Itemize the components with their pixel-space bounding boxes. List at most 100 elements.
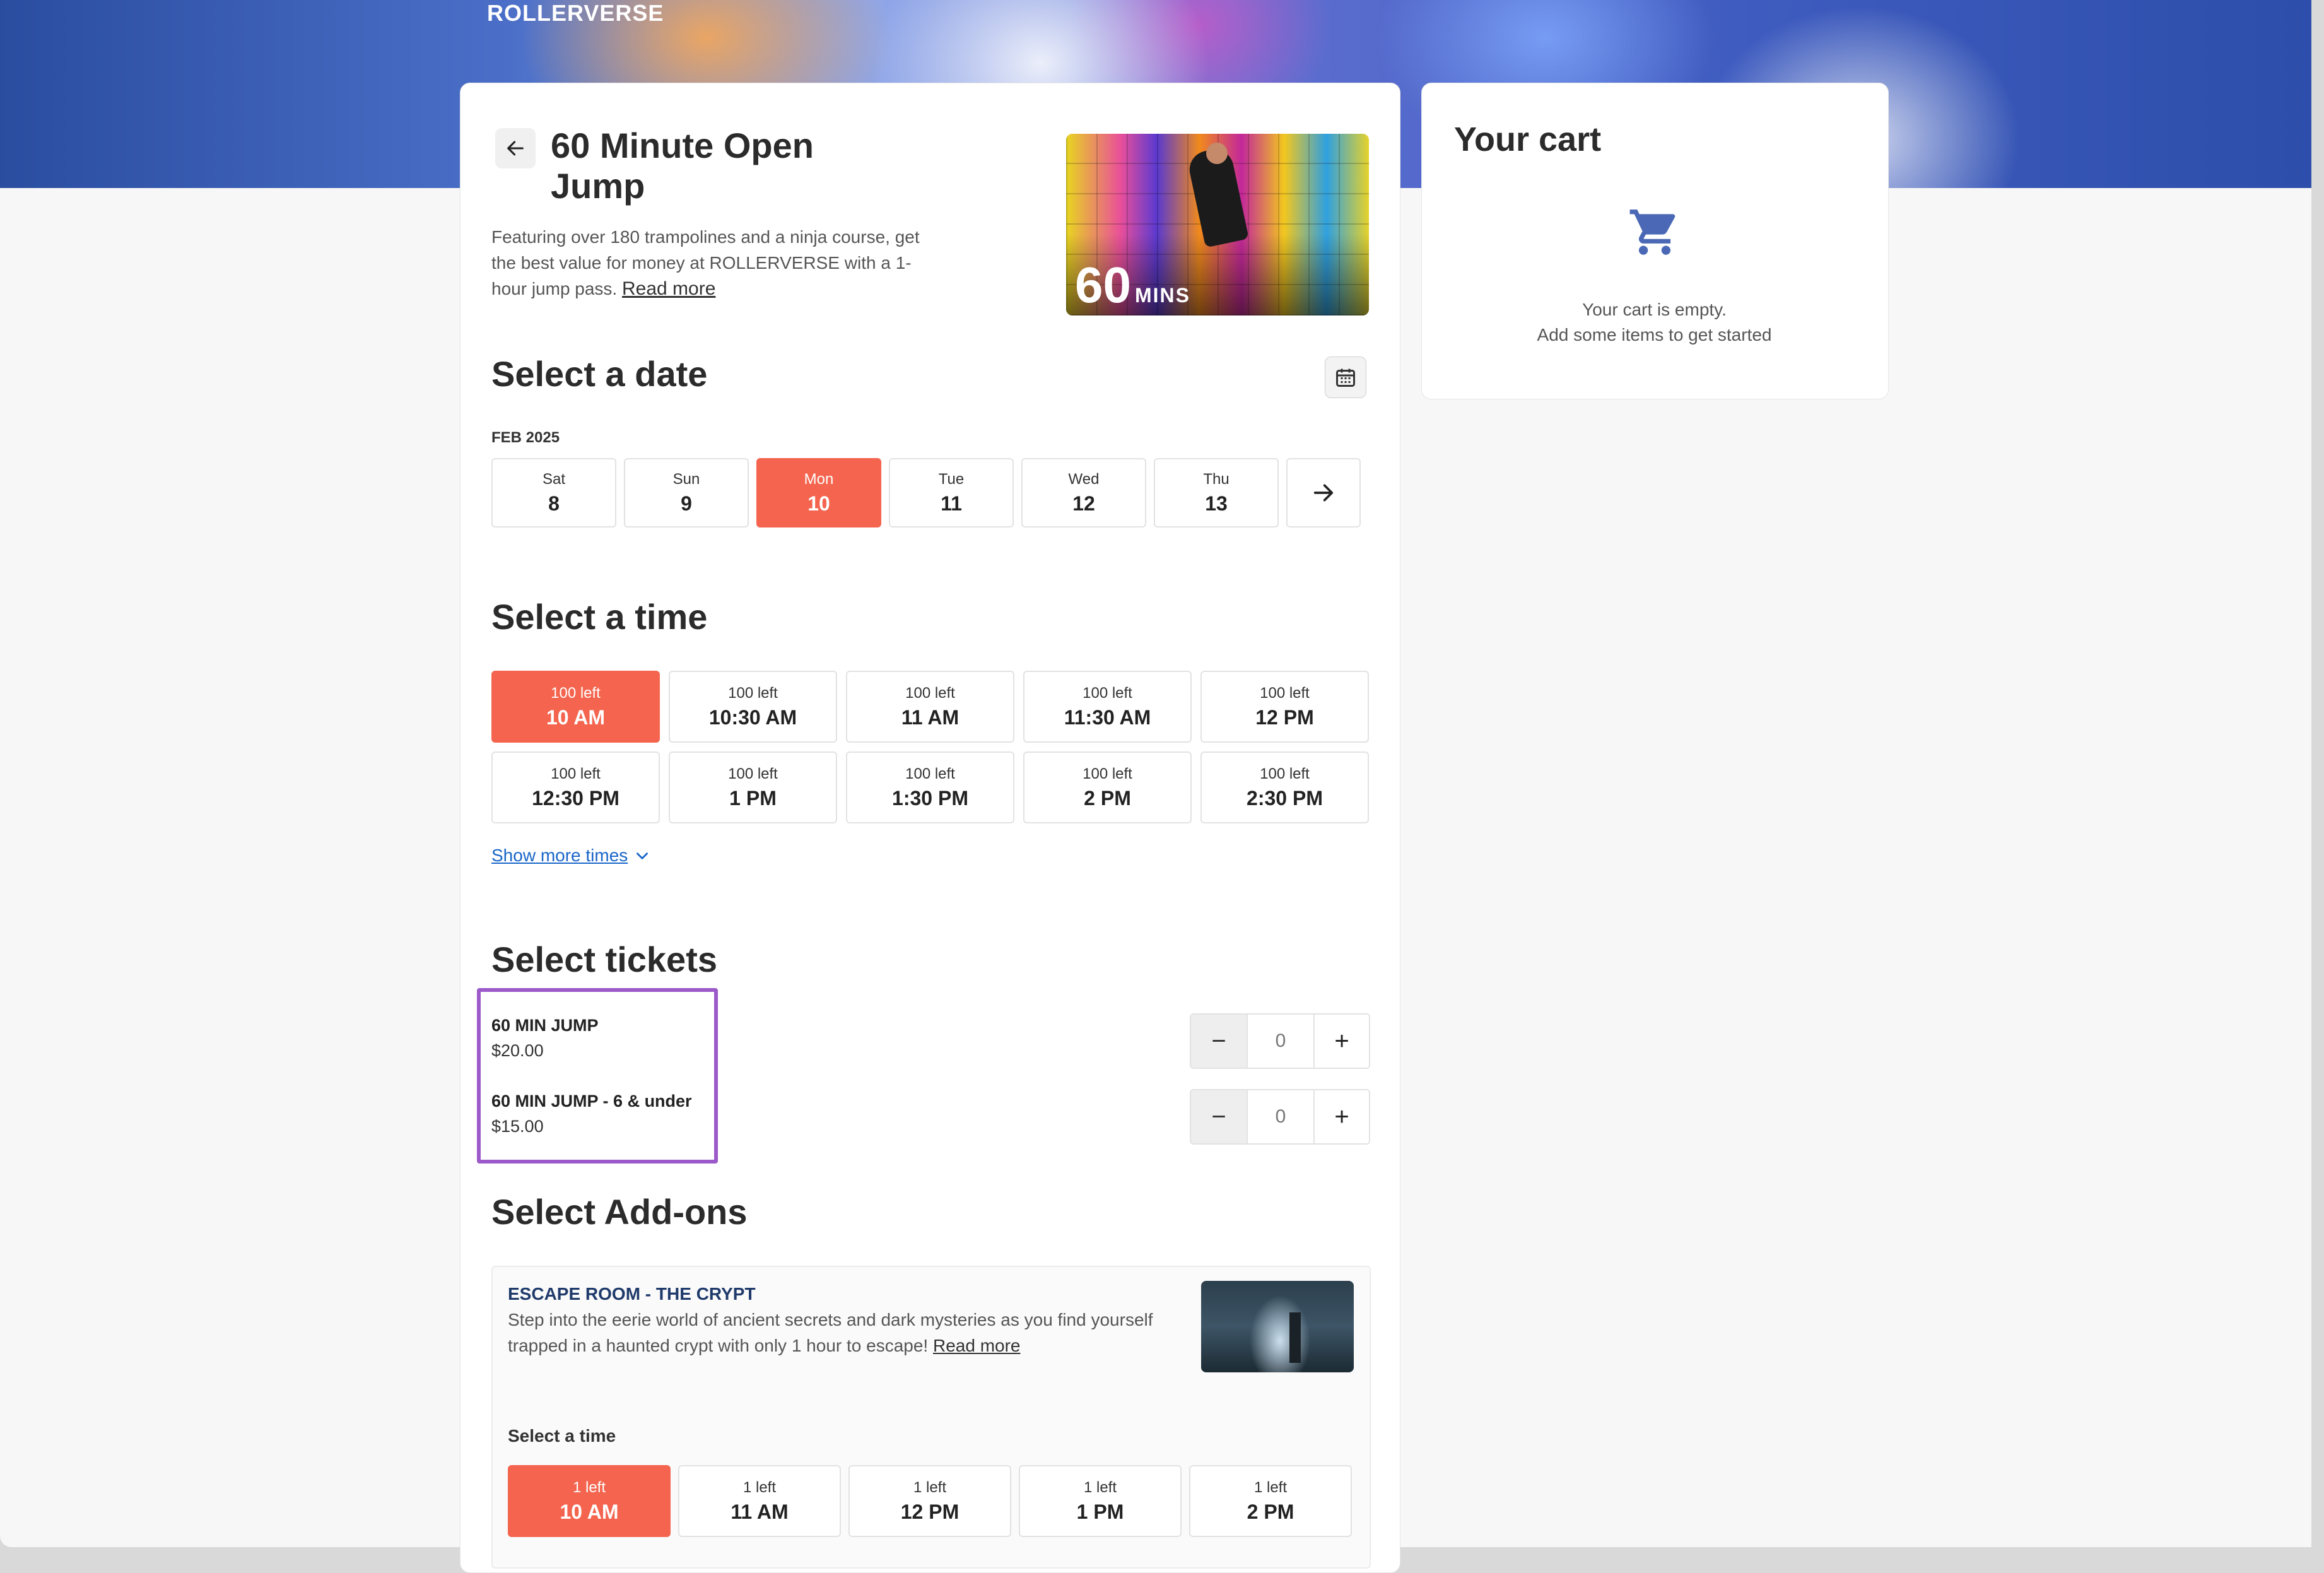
time-option[interactable]: 100 left 11 AM — [846, 671, 1014, 743]
select-tickets-heading: Select tickets — [491, 940, 717, 979]
time-value: 10 AM — [546, 705, 606, 729]
time-availability: 100 left — [551, 765, 601, 782]
time-value: 2 PM — [1084, 786, 1131, 810]
select-addons-heading: Select Add-ons — [491, 1192, 748, 1232]
date-option[interactable]: Sun 9 — [624, 458, 749, 527]
date-day: 11 — [941, 492, 962, 515]
quantity-value[interactable]: 0 — [1247, 1090, 1315, 1143]
time-availability: 100 left — [1260, 684, 1310, 702]
time-value: 11 AM — [901, 705, 960, 729]
time-option-selected[interactable]: 100 left 10 AM — [491, 671, 660, 743]
time-option[interactable]: 100 left 10:30 AM — [669, 671, 837, 743]
time-availability: 1 left — [1083, 1478, 1117, 1496]
time-option[interactable]: 100 left 1:30 PM — [846, 751, 1014, 823]
ticket-highlight-box — [477, 988, 718, 1164]
date-weekday: Sat — [542, 470, 566, 488]
time-option[interactable]: 100 left 2:30 PM — [1200, 751, 1369, 823]
date-option[interactable]: Thu 13 — [1154, 458, 1279, 527]
time-availability: 1 left — [1253, 1478, 1288, 1496]
time-picker: 100 left 10 AM 100 left 10:30 AM 100 left 1… — [491, 671, 1371, 823]
date-option[interactable]: Sat 8 — [491, 458, 616, 527]
increase-quantity-button[interactable]: + — [1315, 1090, 1369, 1143]
time-value: 2:30 PM — [1247, 786, 1323, 810]
decrease-quantity-button[interactable]: − — [1191, 1015, 1247, 1068]
chevron-down-icon — [637, 852, 648, 859]
date-day: 13 — [1205, 492, 1228, 515]
addon-select-time-label: Select a time — [508, 1426, 616, 1446]
time-availability: 1 left — [572, 1478, 606, 1496]
product-image: 60 MINS — [1066, 134, 1369, 315]
cart-empty-hint: Add some items to get started — [1537, 325, 1772, 345]
quantity-stepper: − 0 + — [1190, 1089, 1370, 1145]
date-weekday: Tue — [938, 470, 965, 488]
time-availability: 100 left — [728, 684, 778, 702]
time-value: 10:30 AM — [708, 705, 797, 729]
date-option[interactable]: Tue 11 — [889, 458, 1014, 527]
time-option[interactable]: 100 left 2 PM — [1023, 751, 1192, 823]
select-time-heading: Select a time — [491, 597, 708, 637]
increase-quantity-button[interactable]: + — [1315, 1015, 1369, 1068]
date-weekday: Mon — [804, 470, 834, 488]
time-value: 12:30 PM — [532, 786, 619, 810]
date-weekday: Wed — [1068, 470, 1100, 488]
time-availability: 1 left — [742, 1478, 777, 1496]
time-value: 10 AM — [560, 1500, 619, 1523]
image-badge-unit: MINS — [1134, 284, 1190, 307]
quantity-stepper: − 0 + — [1190, 1013, 1370, 1069]
time-option[interactable]: 100 left 11:30 AM — [1023, 671, 1192, 743]
time-value: 1 PM — [1076, 1500, 1124, 1523]
time-availability: 1 left — [913, 1478, 947, 1496]
date-option-selected[interactable]: Mon 10 — [756, 458, 881, 527]
arrow-right-icon — [1313, 484, 1334, 502]
time-availability: 100 left — [905, 684, 955, 702]
show-more-times-link[interactable]: Show more times — [491, 845, 650, 866]
ticket-price: $15.00 — [491, 1117, 544, 1136]
month-label: FEB 2025 — [491, 429, 560, 446]
time-value: 12 PM — [1255, 705, 1314, 729]
addon-image — [1201, 1281, 1354, 1372]
time-availability: 100 left — [905, 765, 955, 782]
next-dates-button[interactable] — [1286, 458, 1361, 527]
addon-time-option-selected[interactable]: 1 left 10 AM — [508, 1465, 671, 1537]
brand-logo[interactable]: ROLLERVERSE — [487, 0, 664, 27]
time-option[interactable]: 100 left 12:30 PM — [491, 751, 660, 823]
date-weekday: Sun — [672, 470, 700, 488]
time-value: 11 AM — [731, 1500, 789, 1523]
date-day: 10 — [807, 492, 830, 515]
addon-time-option[interactable]: 1 left 12 PM — [848, 1465, 1011, 1537]
ticket-name: 60 MIN JUMP - 6 & under — [491, 1092, 692, 1111]
time-value: 2 PM — [1247, 1500, 1294, 1523]
cart-title: Your cart — [1454, 121, 1602, 158]
cart-icon — [1628, 205, 1682, 262]
date-picker: Sat 8 Sun 9 Mon 10 Tue 11 Wed 12 Thu 13 — [491, 458, 1361, 527]
product-description: Featuring over 180 trampolines and a nin… — [491, 224, 933, 302]
time-availability: 100 left — [728, 765, 778, 782]
quantity-value[interactable]: 0 — [1247, 1015, 1315, 1068]
time-value: 12 PM — [900, 1500, 960, 1523]
date-weekday: Thu — [1203, 470, 1229, 488]
time-availability: 100 left — [551, 684, 601, 702]
read-more-link[interactable]: Read more — [622, 278, 715, 299]
arrow-left-icon — [507, 141, 524, 156]
cart-empty-message: Your cart is empty. — [1582, 300, 1727, 319]
product-title: 60 Minute Open Jump — [551, 126, 814, 206]
addon-time-option[interactable]: 1 left 1 PM — [1019, 1465, 1182, 1537]
show-more-times-label: Show more times — [491, 845, 628, 865]
ticket-price: $20.00 — [491, 1041, 544, 1060]
decrease-quantity-button[interactable]: − — [1191, 1090, 1247, 1143]
date-day: 9 — [681, 492, 692, 515]
date-option[interactable]: Wed 12 — [1021, 458, 1146, 527]
select-date-heading: Select a date — [491, 354, 708, 394]
image-badge-number: 60 — [1075, 257, 1131, 313]
addon-time-option[interactable]: 1 left 2 PM — [1189, 1465, 1352, 1537]
image-badge: 60 MINS — [1075, 260, 1190, 310]
calendar-icon — [1336, 368, 1355, 387]
addon-time-option[interactable]: 1 left 11 AM — [678, 1465, 841, 1537]
calendar-button[interactable] — [1325, 356, 1366, 398]
time-option[interactable]: 100 left 12 PM — [1200, 671, 1369, 743]
addon-description: Step into the eerie world of ancient sec… — [508, 1307, 1177, 1358]
addon-read-more-link[interactable]: Read more — [933, 1336, 1021, 1355]
time-option[interactable]: 100 left 1 PM — [669, 751, 837, 823]
time-value: 11:30 AM — [1064, 705, 1151, 729]
back-button[interactable] — [495, 128, 536, 168]
